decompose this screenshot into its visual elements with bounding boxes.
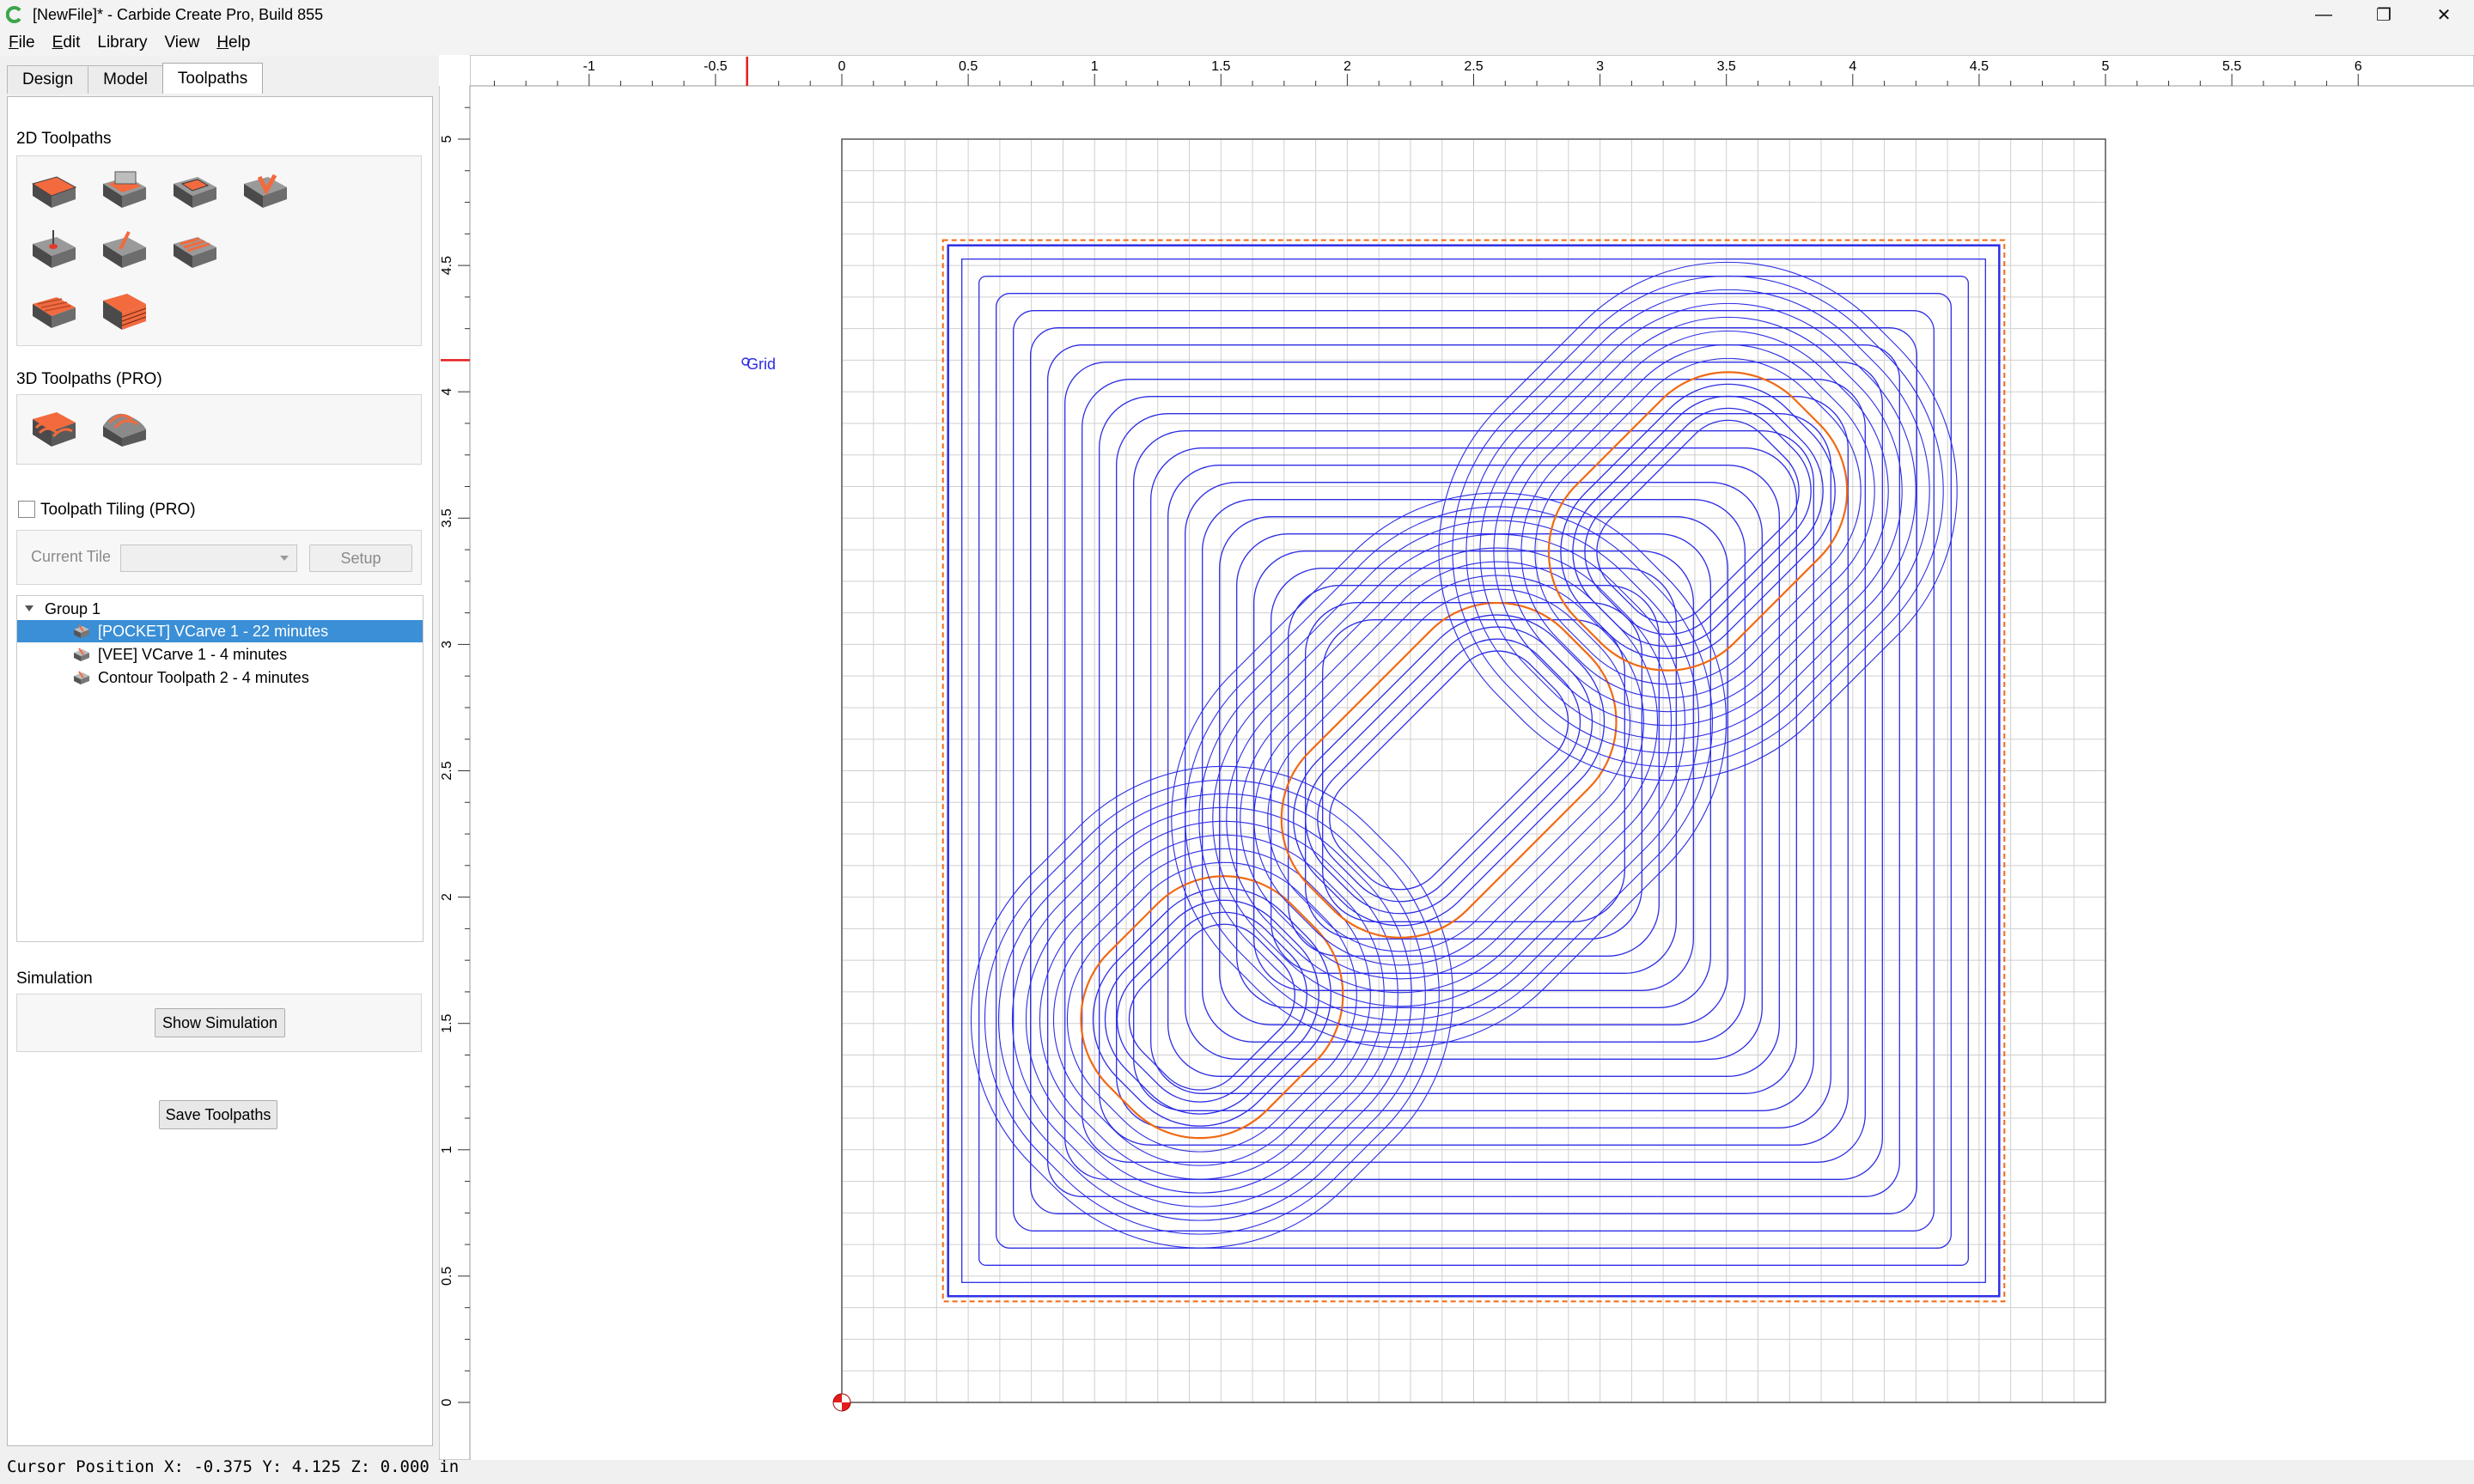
ruler-label: 4.5 <box>1970 59 1989 74</box>
app-logo-icon <box>5 5 24 24</box>
menu-file[interactable]: File <box>0 33 44 52</box>
tab-bar: Design Model Toolpaths <box>7 63 264 94</box>
toolpaths-2d-group <box>16 155 422 346</box>
menu-edit[interactable]: Edit <box>44 33 89 52</box>
ruler-label: 5.5 <box>2222 59 2241 74</box>
toolpaths-3d-label: 3D Toolpaths (PRO) <box>16 370 162 388</box>
grid-lines <box>841 138 2106 1403</box>
tree-item-contour-toolpath[interactable]: Contour Toolpath 2 - 4 minutes <box>17 666 423 689</box>
ruler-label: 4.5 <box>440 256 454 275</box>
ruler-corner <box>439 55 470 86</box>
menu-bar: File Edit Library View Help <box>0 29 2474 57</box>
ruler-label: 3.5 <box>1717 59 1736 74</box>
drill-toolpath-icon[interactable] <box>27 225 79 277</box>
ruler-label: 1 <box>1091 59 1099 74</box>
ruler-label: 4 <box>1849 59 1856 74</box>
toolpath-item-icon <box>74 624 89 638</box>
pocket-toolpath-icon[interactable] <box>98 165 149 216</box>
tree-item-vee-vcarve[interactable]: [VEE] VCarve 1 - 4 minutes <box>17 643 423 666</box>
tab-model[interactable]: Model <box>88 65 163 94</box>
ruler-label: 2 <box>1344 59 1351 74</box>
menu-view[interactable]: View <box>155 33 208 52</box>
tree-item-label: [POCKET] VCarve 1 - 22 minutes <box>98 622 329 640</box>
toolpaths-2d-label: 2D Toolpaths <box>16 130 112 148</box>
ruler-label: 5 <box>2102 59 2110 74</box>
tree-group-label: Group 1 <box>45 599 101 617</box>
simulation-label: Simulation <box>16 970 93 988</box>
ruler-label: 1 <box>440 1146 454 1153</box>
toolpath-tree: Group 1 [POCKET] VCarve 1 - 22 minutes [… <box>16 595 424 942</box>
tree-item-label: [VEE] VCarve 1 - 4 minutes <box>98 645 288 663</box>
ruler-label: -0.5 <box>704 59 728 74</box>
cursor-position-readout: Cursor Position X: -0.375 Y: 4.125 Z: 0.… <box>7 1457 460 1476</box>
save-toolpaths-button[interactable]: Save Toolpaths <box>159 1100 277 1129</box>
vcarve-toolpath-icon[interactable] <box>239 165 290 216</box>
toolpath-tiling-label: Toolpath Tiling (PRO) <box>40 501 196 519</box>
chevron-down-icon <box>280 556 289 561</box>
drill-pocket-icon[interactable] <box>168 165 220 216</box>
close-button[interactable]: ✕ <box>2414 0 2474 29</box>
ruler-label: 4 <box>440 388 454 396</box>
ruler-label: 0 <box>838 59 846 74</box>
menu-help[interactable]: Help <box>208 33 259 52</box>
left-panel: Design Model Toolpaths 2D Toolpaths 3D T… <box>0 57 438 1448</box>
tree-item-label: Contour Toolpath 2 - 4 minutes <box>98 668 309 686</box>
status-bar: Cursor Position X: -0.375 Y: 4.125 Z: 0.… <box>0 1450 2474 1484</box>
title-bar: [NewFile]* - Carbide Create Pro, Build 8… <box>0 0 2474 29</box>
simulation-group: Show Simulation <box>16 994 422 1052</box>
tiling-group: Current Tile Setup <box>16 530 422 585</box>
toolpath-item-icon <box>74 648 89 661</box>
tree-group-row[interactable]: Group 1 <box>17 598 423 620</box>
ruler-label: 0.5 <box>440 1267 454 1286</box>
expand-arrow-icon[interactable] <box>24 605 34 613</box>
ruler-label: 0 <box>440 1398 454 1406</box>
ruler-label: 0.5 <box>959 59 978 74</box>
current-tile-label: Current Tile <box>31 548 112 565</box>
ruler-label: 3 <box>1596 59 1604 74</box>
origin-marker-icon <box>832 1393 851 1412</box>
3d-roughing-icon[interactable] <box>27 402 79 453</box>
3d-finishing-icon[interactable] <box>98 402 149 453</box>
ruler-label: 6 <box>2355 59 2362 74</box>
show-simulation-button[interactable]: Show Simulation <box>155 1008 285 1037</box>
ruler-label: 1.5 <box>440 1013 454 1032</box>
grid-label: Grid <box>746 356 776 373</box>
minimize-button[interactable]: — <box>2294 0 2354 29</box>
texture-toolpath-icon[interactable] <box>98 225 149 277</box>
ruler-label: 2.5 <box>1464 59 1483 74</box>
ruler-label: 3 <box>440 641 454 648</box>
tab-toolpaths[interactable]: Toolpaths <box>161 63 264 94</box>
ruler-label: 2.5 <box>440 761 454 780</box>
ruler-label: 2 <box>440 893 454 901</box>
toolpaths-panel: 2D Toolpaths 3D Toolpaths (PRO) Toolpath… <box>7 96 433 1446</box>
design-canvas[interactable]: -1 -0.5 0 0.5 1 1.5 2 2.5 3 3.5 4 4.5 5 5.5 6 0 0.5 1 1.5 2… <box>438 54 2474 1461</box>
ruler-label: 5 <box>440 135 454 143</box>
toolpaths-3d-group <box>16 394 422 465</box>
adaptive-toolpath-icon[interactable] <box>168 225 220 277</box>
advanced-vcarve-icon[interactable] <box>27 285 79 337</box>
contour-toolpath-icon[interactable] <box>27 165 79 216</box>
canvas-svg[interactable]: -1 -0.5 0 0.5 1 1.5 2 2.5 3 3.5 4 4.5 5 5.5 6 0 0.5 1 1.5 2… <box>438 54 2474 1461</box>
ruler-label: -1 <box>583 59 595 74</box>
menu-library[interactable]: Library <box>88 33 155 52</box>
tree-item-pocket-vcarve[interactable]: [POCKET] VCarve 1 - 22 minutes <box>17 620 423 642</box>
toolpath-item-icon <box>74 671 89 684</box>
setup-button[interactable]: Setup <box>309 544 412 572</box>
current-tile-select[interactable] <box>120 544 297 572</box>
ruler-label: 1.5 <box>1211 59 1230 74</box>
toolpath-tiling-checkbox[interactable] <box>18 501 35 518</box>
tab-design[interactable]: Design <box>7 65 89 94</box>
restore-button[interactable]: ❐ <box>2354 0 2414 29</box>
stacked-layers-icon[interactable] <box>98 285 149 337</box>
ruler-label: 3.5 <box>440 508 454 527</box>
window-title: [NewFile]* - Carbide Create Pro, Build 8… <box>33 5 324 23</box>
